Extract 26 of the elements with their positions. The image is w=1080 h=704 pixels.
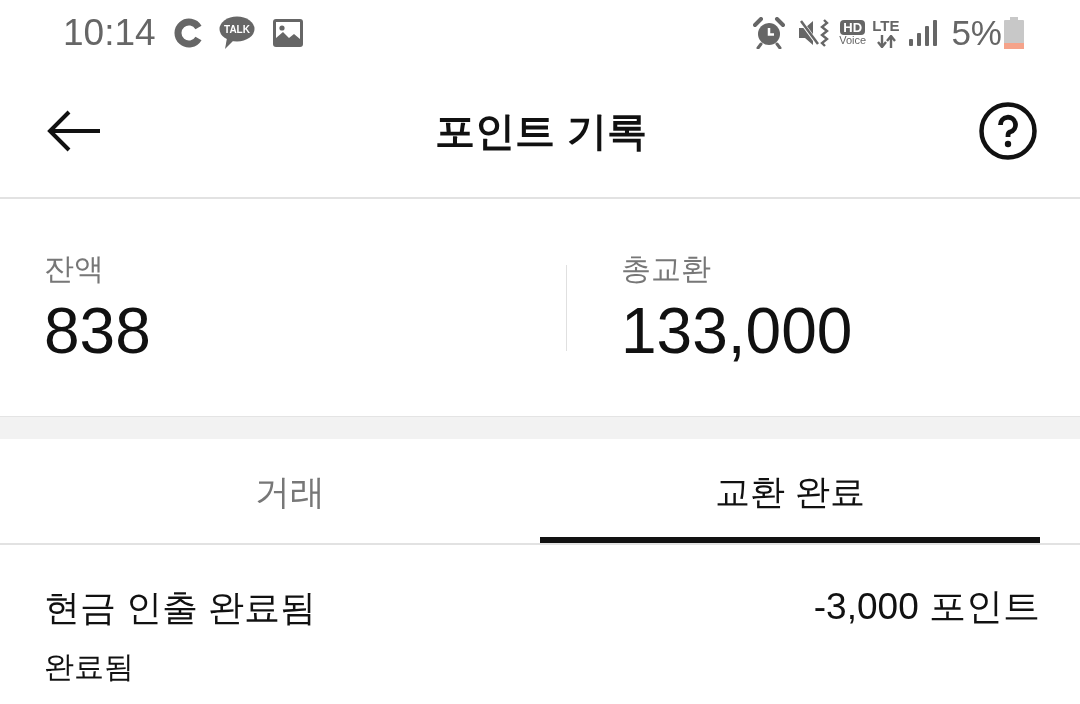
image-icon bbox=[272, 18, 303, 47]
battery-icon bbox=[1004, 16, 1024, 49]
page-title: 포인트 기록 bbox=[434, 108, 648, 155]
summary-value: 133,000 bbox=[621, 294, 853, 369]
summary-value: 838 bbox=[44, 294, 151, 369]
voice-label: Voice bbox=[839, 34, 867, 46]
back-arrow-icon bbox=[47, 110, 101, 152]
ring-logo-icon bbox=[173, 17, 204, 48]
tab[interactable]: 거래 bbox=[40, 439, 540, 543]
tab[interactable]: 교환 완료 bbox=[540, 439, 1040, 543]
status-time: 10:14 bbox=[63, 14, 156, 51]
help-button[interactable] bbox=[978, 101, 1038, 161]
transaction-amount: -3,000 포인트 bbox=[813, 585, 1040, 629]
alarm-clock-icon bbox=[753, 16, 786, 49]
battery-percent: 5% bbox=[951, 15, 1002, 50]
transaction-title: 현금 인출 완료됨 bbox=[44, 585, 316, 629]
signal-bars-icon bbox=[909, 19, 938, 46]
hd-badge: HD bbox=[840, 19, 866, 35]
speaker-muted-vibrate-icon bbox=[797, 17, 830, 48]
summary-label: 잔액 bbox=[44, 251, 104, 287]
transaction-status: 완료됨 bbox=[44, 649, 134, 686]
data-arrows-icon bbox=[875, 34, 896, 48]
network-type-label: LTE bbox=[872, 17, 900, 33]
talk-bubble-logo: TALK bbox=[218, 15, 255, 50]
help-icon bbox=[979, 102, 1037, 160]
summary-label: 총교환 bbox=[621, 251, 711, 287]
